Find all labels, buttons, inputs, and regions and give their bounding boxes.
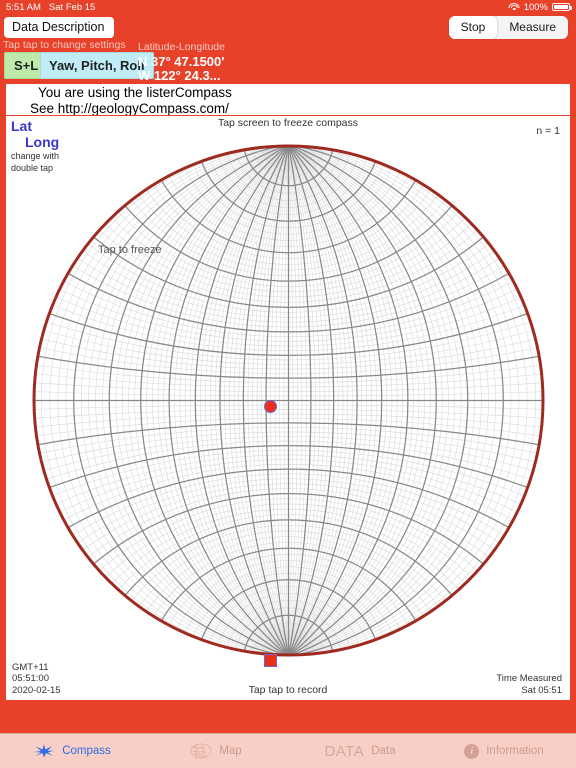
freeze-compass-hint: Tap screen to freeze compass <box>217 117 359 129</box>
data-text-icon: DATA <box>324 742 365 760</box>
tab-data-label: Data <box>371 745 396 757</box>
notice-line-1: You are using the listerCompass <box>38 85 232 100</box>
gmt-offset-label: GMT+11 <box>12 661 49 673</box>
tab-map-label: Map <box>219 745 242 757</box>
tab-data[interactable]: DATA Data <box>288 743 432 760</box>
compass-star-icon <box>34 744 55 758</box>
settings-hint-label: Tap tap to change settings <box>3 39 126 51</box>
time-measured-value: Sat 05:51 <box>521 684 562 696</box>
status-bar-time: 5:51 AM <box>6 1 41 13</box>
longitude-value: W 122° 24.3... <box>138 68 221 83</box>
battery-percent-label: 100% <box>523 1 548 13</box>
app-header: Data Description Tap tap to change setti… <box>0 14 576 83</box>
bottom-square-marker <box>264 654 277 667</box>
tab-compass-label: Compass <box>62 745 111 757</box>
status-bar-right: 100% <box>508 1 572 13</box>
stereonet-net <box>30 142 547 659</box>
status-bar-date: Sat Feb 15 <box>48 1 96 13</box>
data-description-button[interactable]: Data Description <box>4 17 115 38</box>
tap-to-freeze-hint: Tap to freeze <box>98 244 162 256</box>
gmt-time-label: 05:51:00 <box>12 673 49 684</box>
world-map-icon <box>190 743 212 758</box>
segment-measure[interactable]: Measure <box>497 16 568 39</box>
stereonet-plot-area[interactable]: Tap screen to freeze compass n = 1 Lat L… <box>4 116 572 700</box>
segment-stop[interactable]: Stop <box>448 16 498 39</box>
tab-information[interactable]: i Information <box>432 743 576 759</box>
tab-information-label: Information <box>486 745 544 757</box>
tap-to-record-hint: Tap tap to record <box>248 684 328 696</box>
notice-line-2: See http://geologyCompass.com/ <box>30 101 229 116</box>
latitude-value: N 37° 47.1500' <box>138 54 225 69</box>
info-circle-icon: i <box>464 743 480 759</box>
app-screen: 5:51 AM Sat Feb 15 100% Data Description… <box>0 0 576 768</box>
mode-yaw-pitch-roll-button[interactable]: Yaw, Pitch, Roll <box>40 52 154 79</box>
center-marker <box>264 400 277 413</box>
lat-label: Lat <box>11 118 32 134</box>
tab-compass[interactable]: Compass <box>0 744 144 758</box>
status-bar: 5:51 AM Sat Feb 15 100% <box>0 0 576 14</box>
wifi-icon <box>508 2 520 12</box>
stop-measure-segmented-control[interactable]: Stop Measure <box>448 16 568 39</box>
bottom-red-gap <box>0 700 576 733</box>
tab-bar: Compass Map DATA Data i Information <box>0 733 576 768</box>
measurement-count-label: n = 1 <box>536 125 560 137</box>
latlon-label: Latitude-Longitude <box>138 41 225 53</box>
notice-banner: You are using the listerCompass See http… <box>4 82 572 117</box>
time-measured-label: Time Measured <box>496 673 562 684</box>
tab-map[interactable]: Map <box>144 743 288 760</box>
time-measured-info: Time Measured Sat 05:51 <box>496 673 562 696</box>
battery-full-icon <box>552 2 572 12</box>
